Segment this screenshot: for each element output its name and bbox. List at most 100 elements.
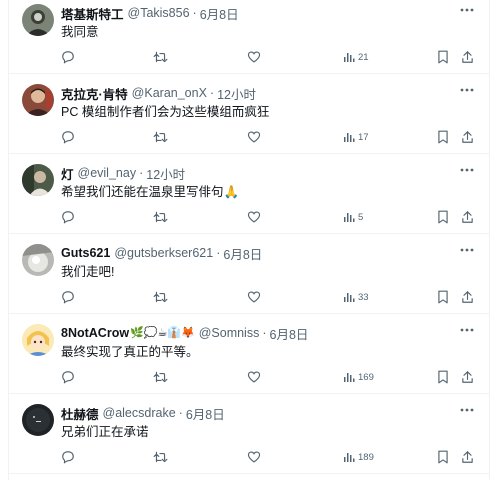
reply-icon: [62, 51, 74, 64]
bookmark-button[interactable]: [437, 207, 449, 227]
reply-button[interactable]: [61, 447, 75, 467]
bookmark-button[interactable]: [437, 447, 449, 467]
like-button[interactable]: [247, 207, 261, 227]
avatar[interactable]: [22, 404, 54, 436]
reply-item[interactable]: 塔基斯特工 @Takis856 · 6月8日 我同意 21: [9, 0, 489, 74]
reply-icon: [62, 451, 74, 464]
retweet-button[interactable]: [153, 47, 168, 67]
display-name[interactable]: Guts621: [61, 246, 110, 260]
more-horizontal-icon[interactable]: [459, 324, 475, 336]
timestamp[interactable]: 6月8日: [200, 4, 239, 23]
heart-icon: [247, 211, 261, 223]
reply-item[interactable]: 灯 @evil_nay · 12小时 希望我们还能在温泉里写俳句🙏 5: [9, 154, 489, 234]
heart-icon: [247, 371, 261, 383]
user-handle[interactable]: @evil_nay: [78, 166, 137, 180]
share-button[interactable]: [461, 127, 474, 147]
views-bar-chart-icon: [344, 53, 355, 62]
bookmark-icon: [438, 50, 448, 64]
share-button[interactable]: [461, 447, 474, 467]
bookmark-icon: [438, 210, 448, 224]
views-button[interactable]: 169: [343, 367, 374, 387]
heart-icon: [247, 131, 261, 143]
like-button[interactable]: [247, 47, 261, 67]
more-horizontal-icon[interactable]: [459, 404, 475, 416]
reply-header: 杜赫德 @alecsdrake · 6月8日: [61, 404, 225, 422]
like-button[interactable]: [247, 367, 261, 387]
reply-item[interactable]: 8 NotACrow 🌿💭☕👔🦊 @Somniss · 6月8日 最终实现了真正…: [9, 314, 489, 394]
share-button[interactable]: [461, 47, 474, 67]
display-name[interactable]: 塔基斯特工: [61, 4, 124, 23]
avatar[interactable]: [22, 164, 54, 196]
retweet-button[interactable]: [153, 447, 168, 467]
display-name[interactable]: 杜赫德: [61, 404, 99, 423]
reply-item[interactable]: 杜赫德 @alecsdrake · 6月8日 兄弟们正在承诺 189: [9, 394, 489, 474]
retweet-button[interactable]: [153, 207, 168, 227]
reply-item[interactable]: 克拉克·肯特 @Karan_onX · 12小时 PC 模组制作者们会为这些模组…: [9, 74, 489, 154]
like-button[interactable]: [247, 127, 261, 147]
timestamp[interactable]: 6月8日: [270, 324, 309, 343]
display-name[interactable]: 灯: [61, 164, 74, 183]
bookmark-button[interactable]: [437, 287, 449, 307]
column-border-right: [489, 0, 490, 480]
view-count: 189: [358, 451, 374, 463]
reply-header: Guts621 @gutsberkser621 · 6月8日: [61, 244, 262, 262]
retweet-button[interactable]: [153, 127, 168, 147]
user-handle[interactable]: @Somniss: [199, 326, 260, 340]
bookmark-icon: [438, 130, 448, 144]
reply-button[interactable]: [61, 47, 75, 67]
retweet-icon: [153, 211, 168, 223]
user-handle[interactable]: @alecsdrake: [103, 406, 176, 420]
action-bar: 33: [61, 287, 479, 307]
avatar[interactable]: [22, 4, 54, 36]
more-horizontal-icon[interactable]: [459, 84, 475, 96]
avatar[interactable]: [22, 324, 54, 356]
timestamp[interactable]: 6月8日: [186, 404, 225, 423]
view-count: 5: [358, 211, 364, 223]
retweet-button[interactable]: [153, 287, 168, 307]
share-button[interactable]: [461, 287, 474, 307]
views-button[interactable]: 17: [343, 127, 369, 147]
display-name[interactable]: NotACrow: [68, 326, 129, 340]
reply-button[interactable]: [61, 287, 75, 307]
reply-button[interactable]: [61, 207, 75, 227]
bookmark-button[interactable]: [437, 47, 449, 67]
timestamp[interactable]: 12小时: [146, 164, 185, 183]
views-button[interactable]: 33: [343, 287, 369, 307]
display-name-prefix[interactable]: 8: [61, 326, 68, 340]
share-upload-icon: [462, 451, 473, 463]
heart-icon: [247, 51, 261, 63]
more-horizontal-icon[interactable]: [459, 164, 475, 176]
reply-item[interactable]: Guts621 @gutsberkser621 · 6月8日 我们走吧! 33: [9, 234, 489, 314]
reply-header: 克拉克·肯特 @Karan_onX · 12小时: [61, 84, 256, 102]
bookmark-button[interactable]: [437, 127, 449, 147]
user-handle[interactable]: @Takis856: [128, 6, 190, 20]
more-horizontal-icon[interactable]: [459, 4, 475, 16]
reply-button[interactable]: [61, 127, 75, 147]
reply-feed: 塔基斯特工 @Takis856 · 6月8日 我同意 21 克拉克·肯特 @Ka…: [0, 0, 497, 480]
display-name[interactable]: 克拉克·肯特: [61, 84, 128, 103]
reply-button[interactable]: [61, 367, 75, 387]
separator-dot: ·: [192, 6, 197, 20]
avatar[interactable]: [22, 244, 54, 276]
views-button[interactable]: 189: [343, 447, 374, 467]
view-count: 17: [358, 131, 369, 143]
retweet-icon: [153, 291, 168, 303]
retweet-icon: [153, 371, 168, 383]
like-button[interactable]: [247, 287, 261, 307]
share-button[interactable]: [461, 207, 474, 227]
bookmark-icon: [438, 450, 448, 464]
reply-text: 我们走吧!: [61, 265, 115, 279]
retweet-button[interactable]: [153, 367, 168, 387]
share-button[interactable]: [461, 367, 474, 387]
separator-dot: ·: [216, 246, 221, 260]
views-button[interactable]: 21: [343, 47, 369, 67]
avatar[interactable]: [22, 84, 54, 116]
bookmark-button[interactable]: [437, 367, 449, 387]
more-horizontal-icon[interactable]: [459, 244, 475, 256]
views-button[interactable]: 5: [343, 207, 363, 227]
user-handle[interactable]: @gutsberkser621: [114, 246, 213, 260]
timestamp[interactable]: 6月8日: [223, 244, 262, 263]
timestamp[interactable]: 12小时: [217, 84, 256, 103]
like-button[interactable]: [247, 447, 261, 467]
user-handle[interactable]: @Karan_onX: [132, 86, 207, 100]
